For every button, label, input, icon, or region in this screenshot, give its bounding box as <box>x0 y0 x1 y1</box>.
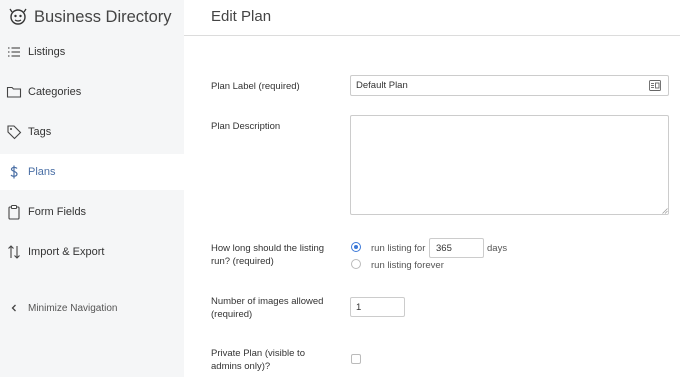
title-bar: Edit Plan <box>184 0 680 36</box>
sidebar-item-categories[interactable]: Categories <box>0 74 184 110</box>
plan-label-input[interactable] <box>350 75 669 96</box>
directory-logo-icon <box>9 8 27 25</box>
days-unit-label: days <box>487 243 508 254</box>
private-plan-checkbox[interactable] <box>351 354 361 364</box>
listing-days-input[interactable] <box>429 238 484 258</box>
images-allowed-label-line1: Number of images allowed <box>211 296 324 307</box>
sidebar-item-label: Tags <box>28 126 52 138</box>
dollar-icon <box>10 165 18 179</box>
tag-icon <box>7 125 22 140</box>
sidebar-item-label: Categories <box>28 86 82 98</box>
sidebar-item-label: Plans <box>28 166 56 178</box>
minimize-navigation-button[interactable]: Minimize Navigation <box>0 290 184 326</box>
sidebar-item-tags[interactable]: Tags <box>0 114 184 150</box>
images-allowed-input[interactable] <box>350 297 405 317</box>
plan-label-label: Plan Label (required) <box>211 81 300 92</box>
listing-run-label-line1: How long should the listing <box>211 243 325 254</box>
listing-run-label-line2: run? (required) <box>211 256 274 267</box>
images-allowed-label-line2: (required) <box>211 309 253 320</box>
run-listing-days-radio[interactable] <box>351 242 361 252</box>
run-listing-forever-label: run listing forever <box>371 260 444 271</box>
private-plan-label: Private Plan (visible to admins only)? <box>211 347 305 373</box>
run-listing-forever-radio[interactable] <box>351 259 361 269</box>
sidebar-item-import-export[interactable]: Import & Export <box>0 234 184 270</box>
sidebar-item-form-fields[interactable]: Form Fields <box>0 194 184 230</box>
plan-description-label: Plan Description <box>211 121 281 132</box>
images-allowed-label: Number of images allowed (required) <box>211 295 323 321</box>
minimize-navigation-label: Minimize Navigation <box>28 302 118 314</box>
plan-description-textarea[interactable] <box>350 115 669 215</box>
sidebar: Business Directory Listings Categories T… <box>0 0 184 377</box>
sidebar-item-label: Listings <box>28 46 66 58</box>
private-plan-label-line1: Private Plan (visible to <box>211 348 305 359</box>
folder-icon <box>6 86 22 98</box>
private-plan-label-line2: admins only)? <box>211 361 271 372</box>
listing-run-label: How long should the listing run? (requir… <box>211 242 324 268</box>
app-title: Business Directory <box>34 7 172 26</box>
brand[interactable]: Business Directory <box>8 5 172 29</box>
sidebar-item-listings[interactable]: Listings <box>0 34 184 70</box>
sidebar-item-label: Import & Export <box>28 246 105 258</box>
import-export-icon <box>8 245 20 259</box>
main-content: Edit Plan Plan Label (required) Plan Des… <box>184 0 680 377</box>
resize-handle-icon[interactable] <box>662 208 668 214</box>
page-title: Edit Plan <box>211 8 272 25</box>
chevron-left-icon <box>11 304 16 312</box>
sidebar-item-plans[interactable]: Plans <box>0 154 184 190</box>
sidebar-item-label: Form Fields <box>28 206 87 218</box>
clipboard-icon <box>8 205 20 220</box>
list-icon <box>8 47 20 57</box>
contact-card-icon[interactable] <box>649 80 661 91</box>
run-listing-days-label: run listing for <box>371 243 426 254</box>
